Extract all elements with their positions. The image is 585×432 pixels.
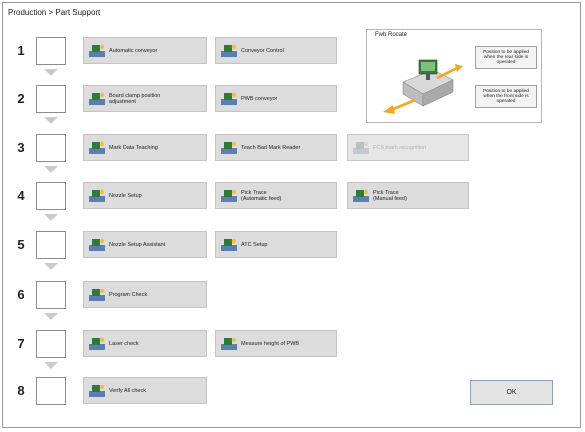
machine-illustration-icon	[383, 59, 463, 114]
button-label: Pick Trace (Manual feed)	[373, 189, 407, 202]
rear-arrow-icon	[436, 66, 458, 80]
step-number: 5	[17, 237, 25, 252]
step-checkbox	[36, 134, 66, 162]
reference-title: Fwb Rocate	[375, 32, 408, 38]
button-label: ATC Setup	[241, 241, 268, 248]
front-position-note: Position to be applied when the front si…	[475, 85, 537, 108]
step-checkbox	[36, 330, 66, 358]
pwb-conveyor-icon	[219, 90, 239, 108]
reference-panel: Fwb Rocate Position to be applied when t…	[366, 29, 542, 123]
step-number: 7	[17, 336, 25, 351]
step-number: 8	[17, 383, 25, 398]
button-label: Program Check	[109, 291, 148, 298]
step-7-button-2[interactable]: Measure height of PWB	[215, 330, 337, 357]
step-4-button-2[interactable]: Pick Trace (Automatic feed)	[215, 182, 337, 209]
step-checkbox	[36, 231, 66, 259]
step-3-button-3[interactable]: FCS mark recognition	[347, 134, 469, 161]
laser-icon	[87, 335, 107, 353]
button-label: PWB conveyor	[241, 95, 278, 102]
button-label: Teach Bad Mark Reader	[241, 144, 301, 151]
step-2-button-1[interactable]: Board clamp position adjustment	[83, 85, 207, 112]
step-arrow-icon	[44, 362, 58, 369]
measure-height-icon	[219, 335, 239, 353]
step-arrow-icon	[44, 263, 58, 270]
button-label: FCS mark recognition	[373, 144, 427, 151]
pick-trace-manual-icon	[351, 187, 371, 205]
step-4-button-3[interactable]: Pick Trace (Manual feed)	[347, 182, 469, 209]
step-checkbox	[36, 182, 66, 210]
button-label: Nozzle Setup	[109, 192, 142, 199]
button-label: Nozzle Setup Assistant	[109, 241, 166, 248]
bad-mark-reader-icon	[219, 139, 239, 157]
step-number: 3	[17, 140, 25, 155]
nozzle-assistant-icon	[87, 236, 107, 254]
step-2-button-2[interactable]: PWB conveyor	[215, 85, 337, 112]
step-number: 4	[17, 188, 25, 203]
step-arrow-icon	[44, 313, 58, 320]
step-4-button-1[interactable]: Nozzle Setup	[83, 182, 207, 209]
step-number: 6	[17, 287, 25, 302]
step-5-button-1[interactable]: Nozzle Setup Assistant	[83, 231, 207, 258]
board-clamp-icon	[87, 90, 107, 108]
rear-position-note: Position to be applied when the rear sid…	[475, 46, 537, 69]
conveyor-control-icon	[219, 42, 239, 60]
step-3-button-1[interactable]: Mark Data Teaching	[83, 134, 207, 161]
step-5-button-2[interactable]: ATC Setup	[215, 231, 337, 258]
button-label: Pick Trace (Automatic feed)	[241, 189, 282, 202]
ok-button[interactable]: OK	[470, 380, 553, 405]
button-label: Mark Data Teaching	[109, 144, 158, 151]
step-checkbox	[36, 85, 66, 113]
mark-teaching-icon	[87, 139, 107, 157]
button-label: Board clamp position adjustment	[109, 92, 161, 105]
program-check-icon	[87, 286, 107, 304]
step-checkbox	[36, 281, 66, 309]
step-number: 1	[17, 43, 25, 58]
step-8-button-1[interactable]: Verify All check	[83, 377, 207, 404]
button-label: Automatic conveyor	[109, 47, 158, 54]
window-title: Production > Part Support	[8, 8, 101, 17]
step-checkbox	[36, 37, 66, 65]
step-1-button-2[interactable]: Conveyor Control	[215, 37, 337, 64]
button-label: Measure height of PWB	[241, 340, 300, 347]
step-6-button-1[interactable]: Program Check	[83, 281, 207, 308]
step-7-button-1[interactable]: Laser check	[83, 330, 207, 357]
button-label: Verify All check	[109, 387, 146, 394]
front-arrow-icon	[390, 98, 416, 112]
step-number: 2	[17, 91, 25, 106]
step-checkbox	[36, 377, 66, 405]
conveyor-icon	[87, 42, 107, 60]
step-arrow-icon	[44, 69, 58, 76]
step-arrow-icon	[44, 117, 58, 124]
button-label: Laser check	[109, 340, 139, 347]
atc-icon	[219, 236, 239, 254]
step-arrow-icon	[44, 166, 58, 173]
button-label: Conveyor Control	[241, 47, 284, 54]
verify-icon	[87, 382, 107, 400]
nozzle-icon	[87, 187, 107, 205]
step-3-button-2[interactable]: Teach Bad Mark Reader	[215, 134, 337, 161]
pick-trace-auto-icon	[219, 187, 239, 205]
step-1-button-1[interactable]: Automatic conveyor	[83, 37, 207, 64]
fcs-mark-icon	[351, 139, 371, 157]
step-arrow-icon	[44, 214, 58, 221]
